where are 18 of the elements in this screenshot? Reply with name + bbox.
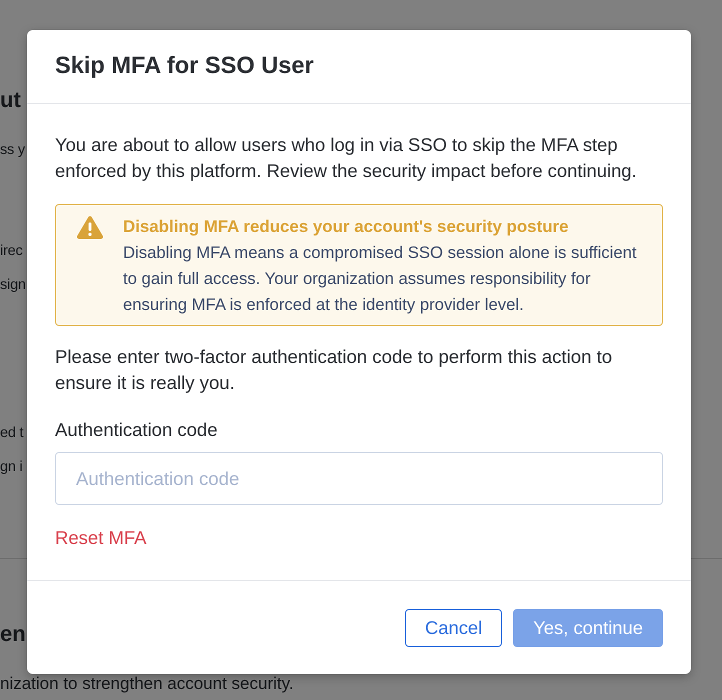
alert-text: Disabling MFA means a compromised SSO session alone is sufficient to gain full access. Your organization assumes responsibility for ensuring MFA is enforced at the identity provider level. (123, 242, 638, 316)
body-text: nization to strengthen account security. (0, 675, 294, 692)
alert-title: Disabling MFA reduces your account's security posture (123, 216, 568, 238)
section-heading: en (0, 620, 26, 648)
modal-title: Skip MFA for SSO User (55, 52, 314, 81)
instruction-text: Please enter two-factor authentication code to perform this action to ensure it is really you. (55, 345, 614, 395)
reset-mfa-link[interactable]: Reset MFA (55, 526, 146, 550)
warning-icon (77, 216, 103, 239)
field-label: Authentication code (55, 418, 218, 442)
code-input[interactable]: Authentication code (55, 452, 663, 505)
body-text: ss y (0, 141, 25, 160)
body-text: gn i (0, 458, 23, 477)
cancel-button[interactable]: Cancel (404, 609, 502, 647)
body-text: irec (0, 242, 23, 261)
section-heading: ut (0, 86, 21, 114)
body-text: ed t (0, 424, 24, 443)
intro-text: You are about to allow users who log in via SSO to skip the MFA step enforced by this platform. Review the security impact before continuing. (55, 133, 638, 183)
body-text: sign (0, 276, 26, 295)
